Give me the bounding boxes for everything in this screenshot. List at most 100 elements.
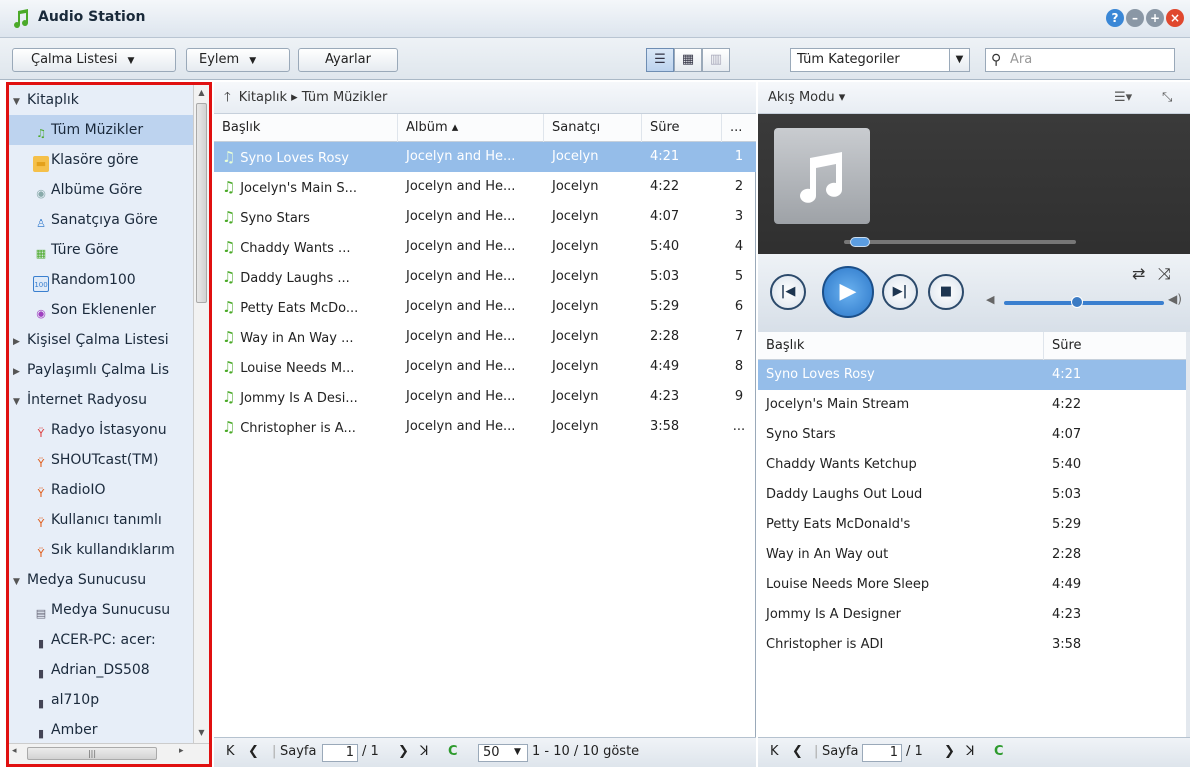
tree-item[interactable]: ◉ Son Eklenenler	[9, 295, 193, 325]
song-row[interactable]: ♫ Louise Needs M... Jocelyn and He... Joce…	[214, 352, 756, 382]
chevron-down-icon[interactable]: ▼	[514, 738, 521, 766]
tree-group[interactable]: ▶ Paylaşımlı Çalma Lis	[9, 355, 193, 385]
column-duration[interactable]: Süre	[642, 114, 722, 142]
tree-item[interactable]: ▤ Medya Sunucusu	[9, 595, 193, 625]
close-icon[interactable]: ×	[1166, 9, 1184, 27]
tree-item[interactable]: Ÿ Radyo İstasyonu	[9, 415, 193, 445]
song-row[interactable]: ♫ Christopher is A... Jocelyn and He... Jo…	[214, 412, 756, 442]
tree-group[interactable]: ▼ Medya Sunucusu	[9, 565, 193, 595]
column-album[interactable]: Albüm ▴	[398, 114, 544, 142]
chevron-down-icon[interactable]: ▼	[949, 49, 969, 71]
shuffle-icon[interactable]: ⤨	[1158, 264, 1171, 284]
tree-item[interactable]: ♫ Tüm Müzikler	[9, 115, 193, 145]
refresh-icon[interactable]: C	[448, 738, 458, 766]
playlist-row[interactable]: Jommy Is A Designer 4:23	[758, 600, 1186, 630]
song-row[interactable]: ♫ Syno Stars Jocelyn and He... Jocelyn 4:07…	[214, 202, 756, 232]
action-menu-button[interactable]: Eylem ▼	[186, 48, 290, 72]
seek-bar[interactable]	[844, 237, 1076, 247]
playlist-column-duration[interactable]: Süre	[1044, 332, 1186, 360]
settings-button[interactable]: Ayarlar	[298, 48, 398, 72]
playlist-column-title[interactable]: Başlık	[758, 332, 1044, 360]
tree-item[interactable]: ▮ Amber	[9, 715, 193, 745]
song-row[interactable]: ♫ Jommy Is A Desi... Jocelyn and He... Joc…	[214, 382, 756, 412]
tree-item[interactable]: 100 Random100	[9, 265, 193, 295]
playlist-row[interactable]: Way in An Way out 2:28	[758, 540, 1186, 570]
coverflow-view-button[interactable]: ▥	[702, 48, 730, 72]
scrollbar-thumb[interactable]	[196, 103, 207, 303]
tree-item[interactable]: Ÿ Sık kullandıklarım	[9, 535, 193, 565]
next-button[interactable]: ▶|	[882, 274, 918, 310]
playlist-row[interactable]: Daddy Laughs Out Loud 5:03	[758, 480, 1186, 510]
song-row[interactable]: ♫ Petty Eats McDo... Jocelyn and He... Joc…	[214, 292, 756, 322]
last-page-icon[interactable]: ꓘ	[420, 738, 429, 766]
playlist-row[interactable]: Chaddy Wants Ketchup 5:40	[758, 450, 1186, 480]
list-view-button[interactable]: ☰	[646, 48, 674, 72]
expand-arrow-icon[interactable]: ▼	[13, 387, 27, 415]
tree-group[interactable]: ▶ Kişisel Çalma Listesi	[9, 325, 193, 355]
stream-mode-menu[interactable]: Akış Modu ▾	[768, 90, 845, 105]
song-row[interactable]: ♫ Daddy Laughs ... Jocelyn and He... Jocel…	[214, 262, 756, 292]
expand-arrow-icon[interactable]: ▼	[13, 567, 27, 595]
tree-item[interactable]: Ÿ RadioIO	[9, 475, 193, 505]
playlist-row[interactable]: Syno Stars 4:07	[758, 420, 1186, 450]
breadcrumb-path[interactable]: Kitaplık ▸ Tüm Müzikler	[239, 90, 388, 105]
list-options-icon[interactable]: ☰▾	[1114, 82, 1132, 114]
tree-item[interactable]: ◉ Albüme Göre	[9, 175, 193, 205]
column-artist[interactable]: Sanatçı	[544, 114, 642, 142]
collapse-arrow-icon[interactable]: ▶	[13, 327, 27, 355]
prev-page-icon[interactable]: ❮	[248, 738, 259, 766]
song-row[interactable]: ♫ Chaddy Wants ... Jocelyn and He... Jocel…	[214, 232, 756, 262]
scroll-up-icon[interactable]: ▲	[194, 85, 209, 101]
tree-item[interactable]: ♙ Sanatçıya Göre	[9, 205, 193, 235]
playlist-row[interactable]: Jocelyn's Main Stream 4:22	[758, 390, 1186, 420]
column-more[interactable]: ...	[722, 114, 756, 142]
song-row[interactable]: ♫ Jocelyn's Main S... Jocelyn and He... Jo…	[214, 172, 756, 202]
expand-arrow-icon[interactable]: ▼	[13, 87, 27, 115]
scrollbar-thumb[interactable]: |||	[27, 747, 157, 760]
stop-button[interactable]: ■	[928, 274, 964, 310]
volume-handle[interactable]	[1070, 296, 1083, 308]
up-arrow-icon[interactable]: 🡑	[224, 90, 231, 105]
next-page-icon[interactable]: ❯	[944, 738, 955, 766]
thumbnail-view-button[interactable]: ▦	[674, 48, 702, 72]
tree-item[interactable]: ▮ ACER-PC: acer:	[9, 625, 193, 655]
playlist-row[interactable]: Louise Needs More Sleep 4:49	[758, 570, 1186, 600]
playlist-row[interactable]: Syno Loves Rosy 4:21	[758, 360, 1186, 390]
refresh-icon[interactable]: C	[994, 738, 1004, 766]
first-page-icon[interactable]: K	[226, 738, 235, 766]
playlist-row[interactable]: Christopher is ADI 3:58	[758, 630, 1186, 660]
volume-slider[interactable]	[1004, 296, 1164, 308]
tree-item[interactable]: ▦ Türe Göre	[9, 235, 193, 265]
next-page-icon[interactable]: ❯	[398, 738, 409, 766]
tree-vertical-scrollbar[interactable]: ▲ ▼	[193, 85, 209, 743]
help-icon[interactable]: ?	[1106, 9, 1124, 27]
tree-item[interactable]: Ÿ SHOUTcast(TM)	[9, 445, 193, 475]
playlist-row[interactable]: Petty Eats McDonald's 5:29	[758, 510, 1186, 540]
category-select[interactable]: Tüm Kategoriler ▼	[790, 48, 970, 72]
page-number-input[interactable]: 1	[862, 744, 902, 762]
collapse-icon[interactable]: ⤡	[1162, 82, 1172, 114]
page-number-input[interactable]: 1	[322, 744, 358, 762]
minimize-icon[interactable]: –	[1126, 9, 1144, 27]
playlist-scrollbar[interactable]	[1186, 332, 1190, 737]
collapse-arrow-icon[interactable]: ▶	[13, 357, 27, 385]
first-page-icon[interactable]: K	[770, 738, 779, 766]
repeat-icon[interactable]: ⇄	[1132, 264, 1145, 283]
play-button[interactable]: ▶	[822, 266, 874, 318]
maximize-icon[interactable]: +	[1146, 9, 1164, 27]
scroll-left-icon[interactable]: ◂	[12, 746, 17, 756]
tree-group[interactable]: ▼ İnternet Radyosu	[9, 385, 193, 415]
previous-button[interactable]: |◀	[770, 274, 806, 310]
tree-item[interactable]: Ÿ Kullanıcı tanımlı	[9, 505, 193, 535]
scroll-right-icon[interactable]: ▸	[179, 746, 184, 756]
seek-handle[interactable]	[850, 237, 871, 247]
prev-page-icon[interactable]: ❮	[792, 738, 803, 766]
song-row[interactable]: ♫ Way in An Way ... Jocelyn and He... Joce…	[214, 322, 756, 352]
tree-horizontal-scrollbar[interactable]: ◂ ||| ▸	[9, 743, 209, 764]
tree-group[interactable]: ▼ Kitaplık	[9, 85, 193, 115]
song-row[interactable]: ♫ Syno Loves Rosy Jocelyn and He... Jocely…	[214, 142, 756, 172]
tree-item[interactable]: ▬ Klasöre göre	[9, 145, 193, 175]
search-input[interactable]: ⚲ Ara	[985, 48, 1175, 72]
playlist-menu-button[interactable]: Çalma Listesi ▼	[12, 48, 176, 72]
last-page-icon[interactable]: ꓘ	[966, 738, 975, 766]
